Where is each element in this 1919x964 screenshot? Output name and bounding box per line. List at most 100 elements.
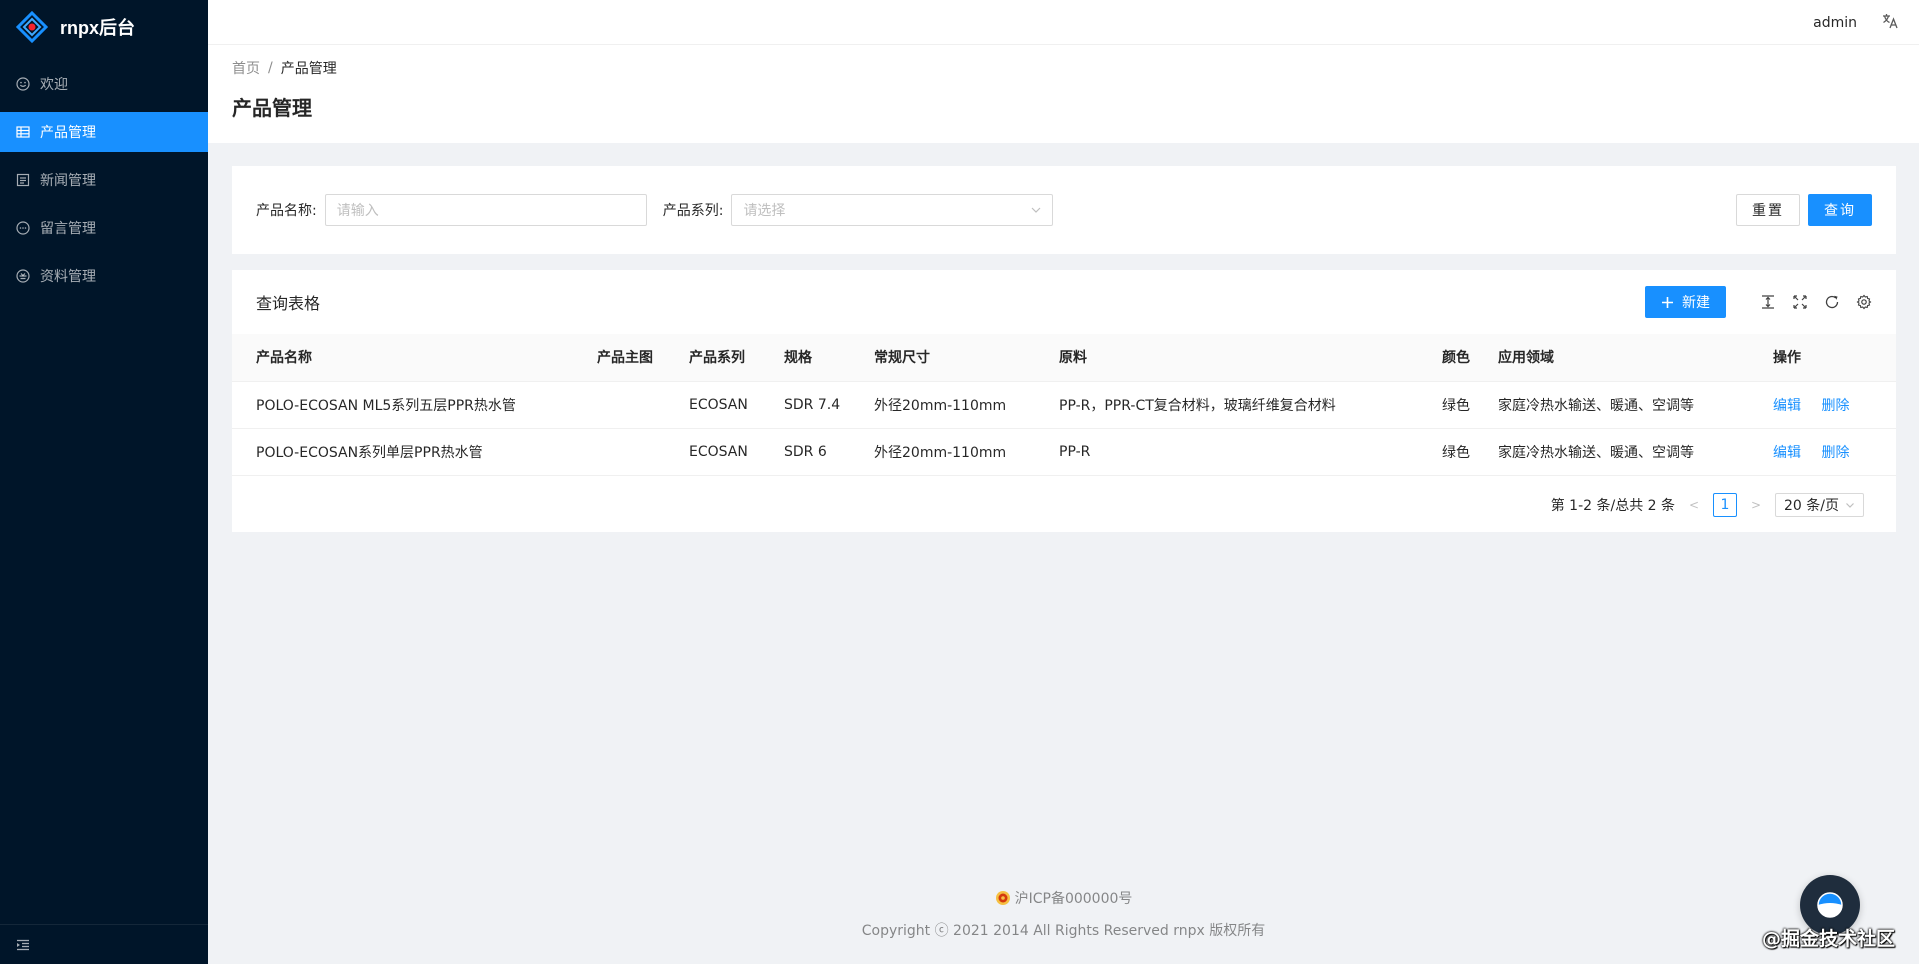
cell-material: PP-R，PPR-CT复合材料，玻璃纤维复合材料 — [1051, 381, 1434, 429]
sidebar-item-label: 留言管理 — [40, 221, 96, 237]
product-series-field-group: 产品系列: 请选择 — [663, 194, 1054, 226]
table-card: 查询表格 新建 产品名称 产品主图 产品系列 规格 常规尺寸 原料 颜色 应用领… — [232, 270, 1896, 532]
breadcrumb: 首页 / 产品管理 — [232, 58, 1895, 78]
product-name-label: 产品名称: — [256, 203, 317, 219]
product-series-placeholder: 请选择 — [743, 203, 786, 219]
column-header-actions: 操作 — [1765, 334, 1896, 382]
cell-color: 绿色 — [1434, 428, 1490, 476]
sidebar-menu: 欢迎 产品管理 新闻管理 留言管理 资料管理 — [0, 64, 208, 296]
cell-image — [589, 428, 681, 476]
product-name-placeholder: 请输入 — [336, 203, 379, 219]
profile-icon — [16, 173, 30, 187]
page-size-value: 20 条/页 — [1784, 497, 1839, 514]
sidebar-item-label: 欢迎 — [40, 77, 68, 93]
column-header-size: 常规尺寸 — [866, 334, 1051, 382]
menu-fold-icon — [17, 939, 29, 950]
logo-icon — [16, 11, 48, 43]
column-height-icon[interactable] — [1760, 294, 1776, 310]
breadcrumb-separator: / — [268, 60, 273, 76]
product-series-select[interactable]: 请选择 — [731, 194, 1054, 226]
cell-name: POLO-ECOSAN系列单层PPR热水管 — [232, 428, 589, 476]
logo[interactable]: rnpx后台 — [0, 0, 208, 54]
column-header-image: 产品主图 — [589, 334, 681, 382]
cell-application: 家庭冷热水输送、暖通、空调等 — [1490, 428, 1765, 476]
product-table: 产品名称 产品主图 产品系列 规格 常规尺寸 原料 颜色 应用领域 操作 POL… — [232, 334, 1896, 476]
cell-application: 家庭冷热水输送、暖通、空调等 — [1490, 381, 1765, 429]
table-row: POLO-ECOSAN ML5系列五层PPR热水管 ECOSAN SDR 7.4… — [232, 381, 1896, 429]
sidebar-item-messages[interactable]: 留言管理 — [0, 208, 208, 248]
globe-icon — [1817, 892, 1843, 918]
cell-actions: 编辑 删除 — [1765, 428, 1896, 476]
sidebar-item-files[interactable]: 资料管理 — [0, 256, 208, 296]
pagination-summary: 第 1-2 条/总共 2 条 — [1550, 497, 1676, 514]
delete-link[interactable]: 删除 — [1821, 398, 1849, 414]
page-size-select[interactable]: 20 条/页 — [1775, 492, 1864, 517]
cell-spec: SDR 7.4 — [776, 381, 866, 429]
police-badge-icon — [995, 891, 1010, 905]
column-header-spec: 规格 — [776, 334, 866, 382]
delete-link[interactable]: 删除 — [1821, 445, 1849, 461]
search-form: 产品名称: 请输入 产品系列: 请选择 重置 查询 — [232, 166, 1896, 254]
cell-size: 外径20mm-110mm — [866, 381, 1051, 429]
collapse-menu-button[interactable] — [0, 924, 208, 964]
product-name-field-group: 产品名称: 请输入 — [256, 194, 647, 226]
product-series-label: 产品系列: — [662, 203, 724, 219]
table-title: 查询表格 — [256, 294, 321, 313]
cell-image — [589, 381, 681, 429]
new-button[interactable]: 新建 — [1645, 286, 1726, 318]
user-menu[interactable]: admin — [1813, 15, 1857, 31]
cell-series: ECOSAN — [681, 428, 776, 476]
top-header: admin — [208, 0, 1919, 45]
query-button[interactable]: 查询 — [1808, 194, 1872, 226]
plus-icon — [1662, 296, 1673, 308]
table-icon — [16, 125, 30, 139]
translation-icon[interactable] — [1881, 12, 1899, 34]
cell-material: PP-R — [1051, 428, 1434, 476]
column-header-material: 原料 — [1051, 334, 1434, 382]
cell-name: POLO-ECOSAN ML5系列五层PPR热水管 — [232, 381, 589, 429]
sidebar-item-news[interactable]: 新闻管理 — [0, 160, 208, 200]
sidebar-item-label: 新闻管理 — [40, 173, 96, 189]
prev-page-icon[interactable]: < — [1687, 498, 1701, 512]
sidebar-item-label: 资料管理 — [40, 269, 96, 285]
message-icon — [16, 221, 30, 235]
file-icon — [16, 269, 30, 283]
breadcrumb-current: 产品管理 — [280, 61, 337, 77]
next-page-icon[interactable]: > — [1749, 498, 1763, 512]
reset-button[interactable]: 重置 — [1736, 194, 1800, 226]
sidebar: rnpx后台 欢迎 产品管理 新闻管理 留言管理 资料管理 — [0, 0, 208, 964]
edit-link[interactable]: 编辑 — [1773, 398, 1801, 414]
new-button-label: 新建 — [1682, 295, 1710, 311]
cell-color: 绿色 — [1434, 381, 1490, 429]
sidebar-item-products[interactable]: 产品管理 — [0, 112, 208, 152]
page-number-current[interactable]: 1 — [1713, 492, 1738, 517]
cell-series: ECOSAN — [681, 381, 776, 429]
fullscreen-icon[interactable] — [1792, 294, 1808, 310]
footer: 沪ICP备000000号 Copyright ⓒ 2021 2014 All R… — [208, 888, 1919, 940]
sidebar-item-welcome[interactable]: 欢迎 — [0, 64, 208, 104]
chevron-down-icon — [1032, 207, 1041, 213]
sidebar-item-label: 产品管理 — [40, 125, 96, 141]
column-header-series: 产品系列 — [681, 334, 776, 382]
cell-actions: 编辑 删除 — [1765, 381, 1896, 429]
pagination: 第 1-2 条/总共 2 条 < 1 > 20 条/页 — [232, 476, 1896, 517]
page-header: 首页 / 产品管理 产品管理 — [208, 45, 1919, 143]
table-row: POLO-ECOSAN系列单层PPR热水管 ECOSAN SDR 6 外径20m… — [232, 428, 1896, 476]
column-header-application: 应用领域 — [1490, 334, 1765, 382]
table-header-row: 产品名称 产品主图 产品系列 规格 常规尺寸 原料 颜色 应用领域 操作 — [232, 334, 1896, 382]
reload-icon[interactable] — [1824, 294, 1840, 310]
icp-record[interactable]: 沪ICP备000000号 — [208, 888, 1919, 908]
column-header-name: 产品名称 — [232, 334, 589, 382]
copyright: Copyright ⓒ 2021 2014 All Rights Reserve… — [861, 923, 1266, 939]
setting-icon[interactable] — [1856, 294, 1872, 310]
cell-size: 外径20mm-110mm — [866, 428, 1051, 476]
column-header-color: 颜色 — [1434, 334, 1490, 382]
cell-spec: SDR 6 — [776, 428, 866, 476]
app-title: rnpx后台 — [60, 18, 136, 38]
smile-icon — [16, 77, 30, 91]
chevron-down-icon — [1846, 502, 1854, 508]
product-name-input[interactable]: 请输入 — [324, 194, 647, 226]
watermark: @掘金技术社区 — [1762, 928, 1896, 950]
edit-link[interactable]: 编辑 — [1773, 445, 1801, 461]
breadcrumb-home[interactable]: 首页 — [232, 58, 260, 78]
